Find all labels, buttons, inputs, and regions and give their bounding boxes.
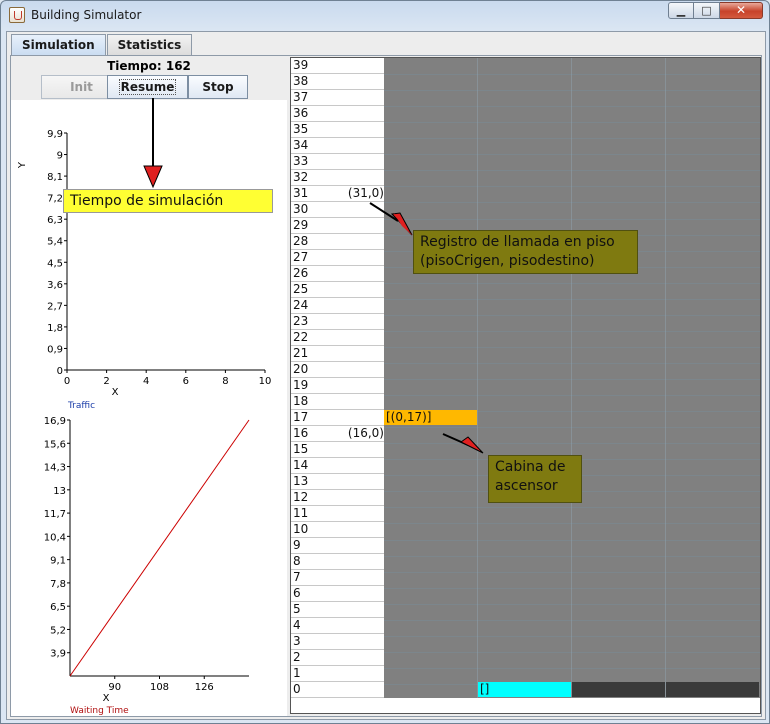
cabina-arrow-head	[460, 436, 484, 454]
tiempo-annotation: Tiempo de simulación	[63, 189, 273, 213]
cabina-annotation-line1: Cabina de	[495, 459, 566, 475]
registro-annotation-line2: (pisoCrigen, pisodestino)	[420, 253, 595, 269]
cabina-annotation-line2: ascensor	[495, 478, 558, 494]
cabina-annotation: Cabina de ascensor	[488, 455, 582, 503]
registro-annotation-line1: Registro de llamada en piso	[420, 234, 615, 250]
annotation-arrows	[143, 98, 484, 454]
tiempo-arrow-head	[143, 165, 163, 189]
registro-annotation: Registro de llamada en piso (pisoCrigen,…	[413, 230, 638, 274]
registro-arrow-line	[369, 202, 399, 222]
